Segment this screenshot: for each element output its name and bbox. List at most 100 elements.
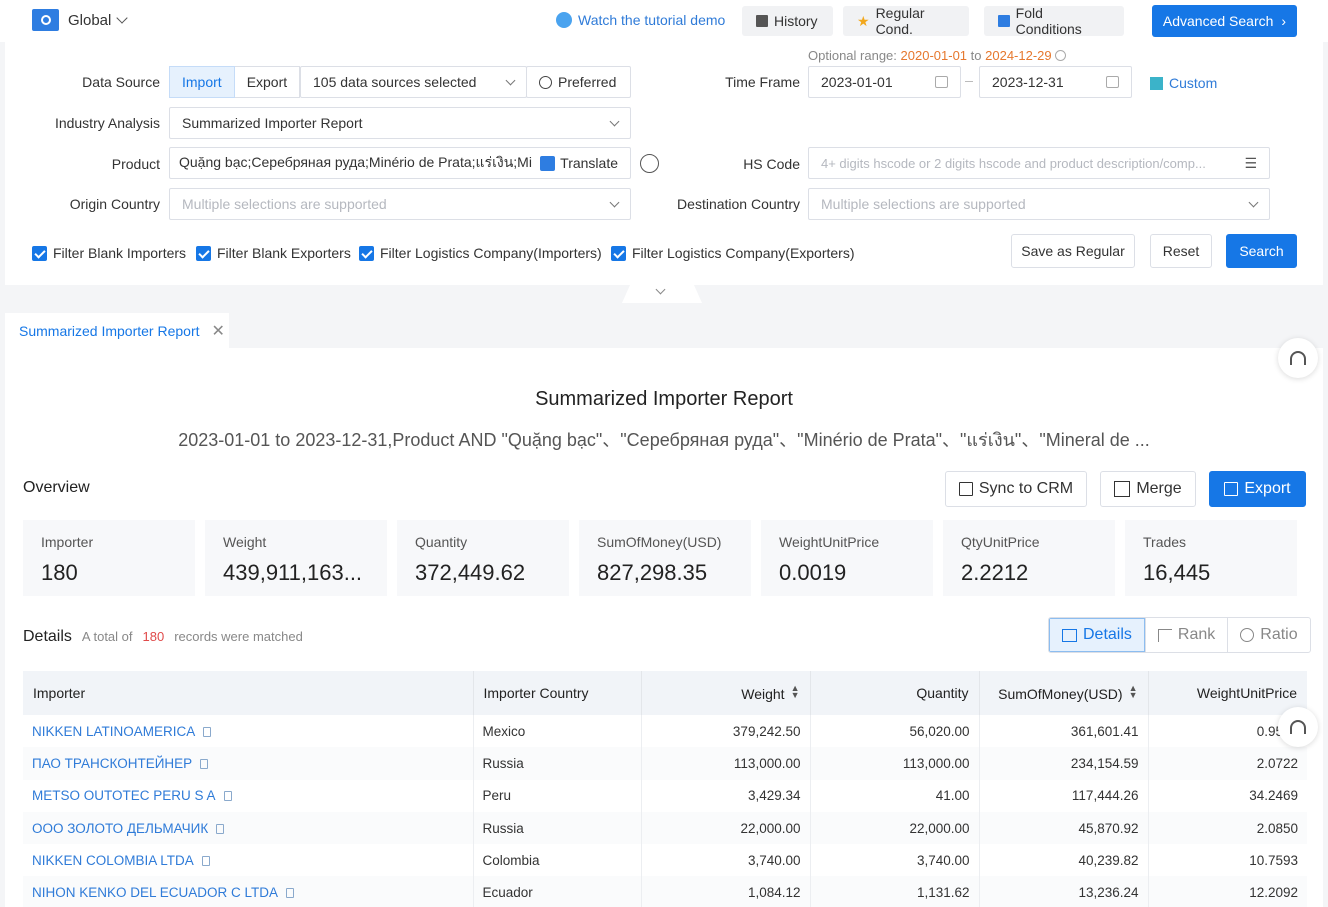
export-button[interactable]: Export <box>1209 471 1306 507</box>
import-export-toggle[interactable]: Import Export <box>169 66 301 98</box>
scope-selector[interactable]: Global <box>68 12 111 29</box>
filter-logistics-exporters-checkbox[interactable]: Filter Logistics Company(Exporters) <box>611 245 855 261</box>
importer-link[interactable]: NIKKEN COLOMBIA LTDA <box>32 853 194 868</box>
view-switcher[interactable]: Details Rank Ratio <box>1048 617 1311 653</box>
checkbox-checked-icon <box>611 245 626 261</box>
translate-button[interactable]: Translate <box>540 155 618 171</box>
stat-card-weight-unit-price: WeightUnitPrice 0.0019 <box>761 520 933 596</box>
hs-code-input[interactable]: 4+ digits hscode or 2 digits hscode and … <box>808 147 1270 179</box>
destination-country-select[interactable]: Multiple selections are supported <box>808 188 1270 220</box>
stat-card-quantity: Quantity 372,449.62 <box>397 520 569 596</box>
reset-button[interactable]: Reset <box>1150 234 1212 268</box>
column-header-weight-unit-price[interactable]: WeightUnitPrice <box>1147 671 1307 715</box>
calendar-icon <box>1106 76 1119 88</box>
sort-icon[interactable]: ▲ ▼ <box>1129 683 1138 699</box>
chevron-down-icon <box>609 197 620 207</box>
copy-icon[interactable] <box>201 855 210 866</box>
country-cell: Colombia <box>472 844 641 877</box>
column-header-weight[interactable]: Weight ▲ ▼ <box>640 671 810 715</box>
quantity-cell: 22,000.00 <box>809 811 979 845</box>
report-tab-label: Summarized Importer Report <box>19 322 200 339</box>
play-icon <box>556 12 572 28</box>
info-icon[interactable] <box>1055 50 1067 61</box>
headset-icon[interactable] <box>1278 707 1318 747</box>
check-circle-icon <box>539 75 552 89</box>
stat-label: WeightUnitPrice <box>779 534 880 550</box>
column-header-importer[interactable]: Importer <box>23 671 473 715</box>
date-to-value: 2023-12-31 <box>992 74 1064 90</box>
globe-icon[interactable] <box>32 9 59 31</box>
importer-link[interactable]: ООО ЗОЛОТО ДЕЛЬМАЧИК <box>32 821 208 836</box>
stat-card-trades: Trades 16,445 <box>1125 520 1297 596</box>
quantity-cell: 56,020.00 <box>809 715 979 748</box>
copy-icon[interactable] <box>203 726 212 737</box>
importer-table: Importer Importer Country Weight ▲ ▼ Quant… <box>23 671 1307 907</box>
optional-range-to: 2024-12-29 <box>985 48 1052 63</box>
origin-country-select[interactable]: Multiple selections are supported <box>169 188 631 220</box>
advanced-label: Advanced Search <box>1162 13 1274 29</box>
date-range-dash <box>965 81 973 82</box>
report-subtitle: 2023-01-01 to 2023-12-31,Product AND "Qu… <box>178 430 1150 450</box>
copy-icon[interactable] <box>286 888 295 899</box>
fold-conditions-button[interactable]: Fold Conditions <box>984 5 1124 37</box>
weight-cell: 22,000.00 <box>640 811 810 845</box>
column-label: Quantity <box>916 685 969 701</box>
column-header-quantity[interactable]: Quantity <box>809 671 979 715</box>
importer-link[interactable]: ПАО ТРАНСКОНТЕЙНЕР <box>32 756 192 771</box>
stat-label: Importer <box>41 534 94 550</box>
sum-of-money-cell: 361,601.41 <box>978 715 1148 748</box>
importer-link[interactable]: METSO OUTOTEC PERU S A <box>32 788 216 803</box>
country-cell: Ecuador <box>472 876 641 907</box>
industry-analysis-select[interactable]: Summarized Importer Report <box>169 107 631 139</box>
regular-conditions-button[interactable]: ★ Regular Cond. <box>843 5 969 37</box>
tutorial-link[interactable]: Watch the tutorial demo <box>556 12 725 28</box>
merge-button[interactable]: Merge <box>1100 471 1196 507</box>
chat-bubble-icon[interactable] <box>640 154 659 173</box>
ratio-view-tab[interactable]: Ratio <box>1227 618 1309 652</box>
column-header-country[interactable]: Importer Country <box>472 671 641 715</box>
translate-label: Translate <box>560 155 618 171</box>
data-source-label: Data Source <box>82 74 160 90</box>
list-icon[interactable]: ☰ <box>1244 155 1257 172</box>
export-option[interactable]: Export <box>234 66 301 98</box>
optional-range: Optional range: 2020-01-01 to 2024-12-29 <box>808 48 1067 63</box>
history-button[interactable]: History <box>742 6 833 36</box>
headset-icon[interactable] <box>1278 338 1318 378</box>
column-header-sum-of-money[interactable]: SumOfMoney(USD) ▲ ▼ <box>978 671 1148 715</box>
table-row: ООО ЗОЛОТО ДЕЛЬМАЧИК Russia 22,000.00 22… <box>23 811 1307 845</box>
table-row: NIKKEN LATINOAMERICA Mexico 379,242.50 5… <box>23 715 1307 748</box>
column-label: Weight <box>741 685 785 702</box>
rank-view-tab[interactable]: Rank <box>1144 618 1227 652</box>
copy-icon[interactable] <box>200 758 209 769</box>
search-button[interactable]: Search <box>1226 234 1297 268</box>
filter-blank-importers-checkbox[interactable]: Filter Blank Importers <box>32 245 186 261</box>
advanced-search-button[interactable]: Advanced Search › <box>1152 5 1297 37</box>
date-from-input[interactable]: 2023-01-01 <box>808 66 961 98</box>
importer-link[interactable]: NIHON KENKO DEL ECUADOR C LTDA <box>32 885 278 900</box>
details-view-tab[interactable]: Details <box>1049 618 1145 652</box>
stat-value: 827,298.35 <box>597 560 708 585</box>
stat-value: 2.2212 <box>961 560 1029 585</box>
close-icon[interactable]: ✕ <box>212 321 225 341</box>
copy-icon[interactable] <box>216 823 225 834</box>
stat-value: 372,449.62 <box>415 560 526 585</box>
product-input[interactable]: Quặng bạc;Серебряная руда;Minério de Pra… <box>169 147 631 179</box>
preferred-label: Preferred <box>558 74 617 90</box>
sort-icon[interactable]: ▲ ▼ <box>791 683 800 699</box>
preferred-button[interactable]: Preferred <box>526 66 631 98</box>
country-cell: Mexico <box>472 715 641 748</box>
save-as-regular-button[interactable]: Save as Regular <box>1011 234 1135 268</box>
report-tab[interactable]: Summarized Importer Report ✕ <box>5 313 229 348</box>
copy-icon[interactable] <box>223 791 232 802</box>
sync-to-crm-button[interactable]: Sync to CRM <box>945 471 1087 507</box>
chevron-down-icon <box>1248 197 1259 207</box>
quantity-cell: 113,000.00 <box>809 747 979 780</box>
date-to-input[interactable]: 2023-12-31 <box>979 66 1132 98</box>
importer-link[interactable]: NIKKEN LATINOAMERICA <box>32 724 195 739</box>
custom-range-button[interactable]: Custom <box>1150 75 1217 91</box>
quantity-cell: 1,131.62 <box>809 876 979 907</box>
filter-blank-exporters-checkbox[interactable]: Filter Blank Exporters <box>196 245 351 261</box>
filter-logistics-importers-checkbox[interactable]: Filter Logistics Company(Importers) <box>359 245 602 261</box>
data-sources-select[interactable]: 105 data sources selected <box>300 66 527 98</box>
import-option[interactable]: Import <box>169 66 235 98</box>
